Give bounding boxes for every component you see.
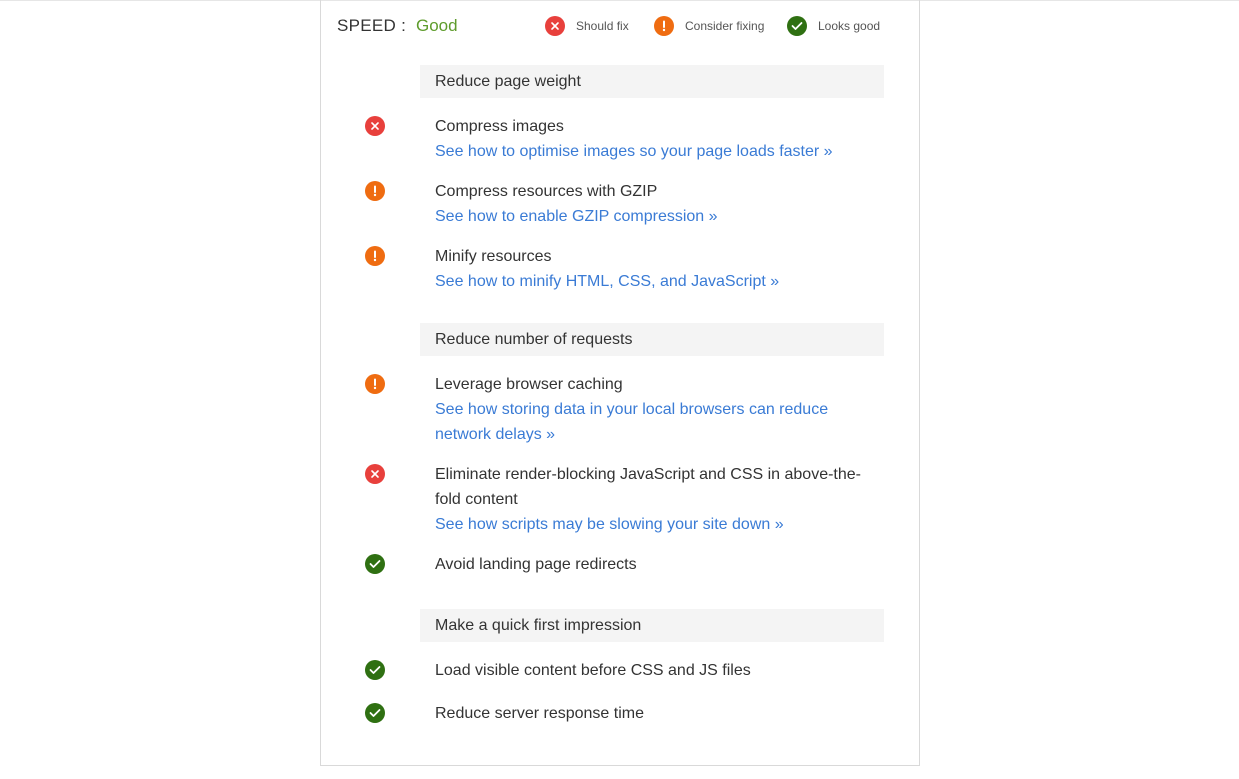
exclamation-icon xyxy=(365,246,385,266)
section-title: Reduce number of requests xyxy=(435,331,633,348)
check-icon xyxy=(365,554,385,574)
x-icon xyxy=(365,116,385,136)
audit-title: Avoid landing page redirects xyxy=(435,556,637,573)
audit-title: Leverage browser caching xyxy=(435,376,623,393)
speed-rating: Good xyxy=(416,16,458,35)
check-icon xyxy=(365,703,385,723)
speed-header: SPEED : Good Should fix Consider fixing … xyxy=(337,14,885,40)
audit-title: Compress resources with GZIP xyxy=(435,183,658,200)
audit-title: Compress images xyxy=(435,118,564,135)
audit-title: Reduce server response time xyxy=(435,705,644,722)
check-icon xyxy=(787,16,807,36)
audit-title: Load visible content before CSS and JS f… xyxy=(435,662,751,679)
section-header-page-weight: Reduce page weight xyxy=(420,65,884,98)
audit-help-link[interactable]: See how scripts may be slowing your site… xyxy=(435,512,875,537)
legend-consider-fixing: Consider fixing xyxy=(654,14,764,38)
audit-help-link[interactable]: See how to optimise images so your page … xyxy=(435,139,875,164)
audit-help-link[interactable]: See how to enable GZIP compression » xyxy=(435,204,875,229)
legend-label: Consider fixing xyxy=(685,19,765,33)
audit-title: Eliminate render-blocking JavaScript and… xyxy=(435,466,861,508)
section-header-requests: Reduce number of requests xyxy=(420,323,884,356)
audit-help-link[interactable]: See how storing data in your local brows… xyxy=(435,397,845,447)
legend-label: Looks good xyxy=(818,19,881,33)
exclamation-icon xyxy=(365,374,385,394)
legend-should-fix: Should fix xyxy=(545,14,629,38)
section-title: Reduce page weight xyxy=(435,73,581,90)
exclamation-icon xyxy=(654,16,674,36)
legend-looks-good: Looks good xyxy=(787,14,880,38)
x-icon xyxy=(365,464,385,484)
x-icon xyxy=(545,16,565,36)
exclamation-icon xyxy=(365,181,385,201)
audit-title: Minify resources xyxy=(435,248,552,265)
speed-label: SPEED : xyxy=(337,16,407,35)
speed-report-panel: SPEED : Good Should fix Consider fixing … xyxy=(320,0,920,766)
audit-help-link[interactable]: See how to minify HTML, CSS, and JavaScr… xyxy=(435,269,875,294)
section-title: Make a quick first impression xyxy=(435,617,642,634)
check-icon xyxy=(365,660,385,680)
section-header-first-impression: Make a quick first impression xyxy=(420,609,884,642)
legend-label: Should fix xyxy=(576,19,629,33)
